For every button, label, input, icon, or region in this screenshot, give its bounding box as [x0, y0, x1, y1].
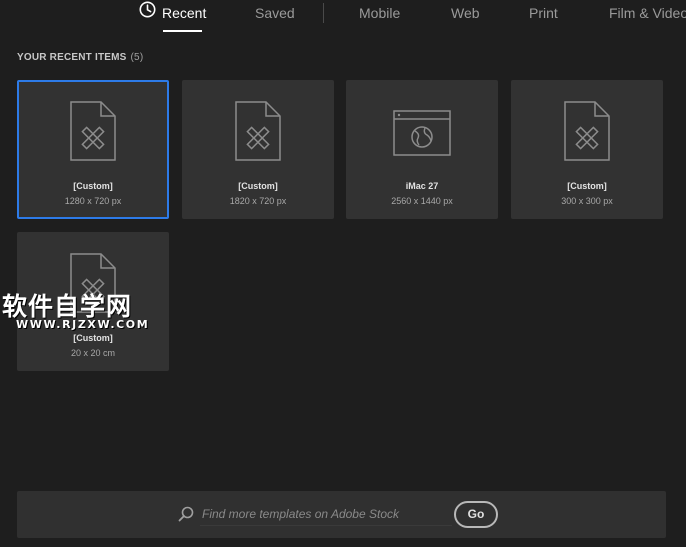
search-icon	[178, 506, 194, 527]
item-size: 1820 x 720 px	[229, 196, 287, 206]
tab-label: Recent	[162, 5, 207, 21]
go-button[interactable]: Go	[454, 501, 498, 528]
custom-document-icon	[17, 252, 169, 314]
tab-divider	[323, 3, 324, 23]
item-name: [Custom]	[73, 333, 113, 343]
tab-recent[interactable]: Recent	[139, 0, 206, 33]
recent-item-card[interactable]: [Custom] 20 x 20 cm	[17, 232, 169, 371]
item-size: 20 x 20 cm	[70, 348, 116, 358]
item-size: 2560 x 1440 px	[391, 196, 453, 206]
recent-items-count: (5)	[130, 52, 144, 63]
clock-icon	[139, 0, 156, 26]
tab-mobile[interactable]: Mobile	[359, 0, 400, 33]
tab-web[interactable]: Web	[451, 0, 480, 33]
item-size: 300 x 300 px	[561, 196, 613, 206]
item-name: iMac 27	[405, 181, 439, 191]
custom-document-icon	[511, 100, 663, 162]
custom-document-icon	[182, 100, 334, 162]
item-name: [Custom]	[567, 181, 607, 191]
item-name: [Custom]	[73, 181, 113, 191]
tab-film-video[interactable]: Film & Video	[609, 0, 686, 33]
item-name: [Custom]	[238, 181, 278, 191]
preset-tabbar: Recent Saved Mobile Web Print Film & Vid…	[0, 0, 686, 33]
custom-document-icon	[19, 100, 167, 162]
recent-item-card[interactable]: iMac 27 2560 x 1440 px	[346, 80, 498, 219]
item-size: 1280 x 720 px	[64, 196, 122, 206]
recent-item-card[interactable]: [Custom] 300 x 300 px	[511, 80, 663, 219]
recent-item-card[interactable]: [Custom] 1280 x 720 px	[17, 80, 169, 219]
active-tab-indicator	[163, 30, 202, 32]
web-browser-icon	[346, 110, 498, 172]
tab-print[interactable]: Print	[529, 0, 558, 33]
recent-items-heading: YOUR RECENT ITEMS (5)	[17, 52, 143, 63]
stock-search-bar: Go	[17, 491, 666, 538]
tab-saved[interactable]: Saved	[255, 0, 295, 33]
stock-search-input[interactable]	[200, 503, 452, 526]
recent-items-title: YOUR RECENT ITEMS	[17, 52, 127, 63]
recent-item-card[interactable]: [Custom] 1820 x 720 px	[182, 80, 334, 219]
